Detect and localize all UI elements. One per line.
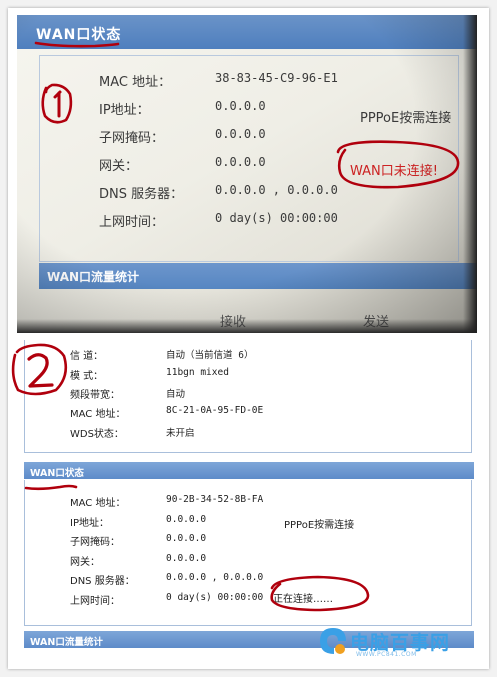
watermark-url: WWW.PC841.COM	[356, 651, 417, 658]
wan-status-header: WAN口状态	[24, 462, 474, 479]
wan-row-label: 上网时间：	[70, 596, 120, 607]
wireless-row-value: 11bgn mixed	[166, 367, 229, 378]
wan-row-uptime: 上网时间： 0 day(s) 00:00:00	[24, 592, 470, 608]
photo-row-label: 上网时间：	[99, 215, 165, 230]
wan-row-value: 0.0.0.0	[166, 514, 207, 525]
wireless-row-label: WDS状态：	[70, 429, 124, 440]
wan-row-label: DNS 服务器：	[70, 576, 135, 587]
wan-row-label: IP地址：	[70, 518, 109, 529]
photo-row-uptime: 上网时间： 0 day(s) 00:00:00	[17, 211, 477, 231]
wan-row-subnet: 子网掩码： 0.0.0.0	[24, 533, 470, 549]
photo-row-label: DNS 服务器：	[99, 187, 184, 202]
photo-row-value: 38-83-45-C9-96-E1	[215, 71, 338, 85]
photo-row-label: MAC 地址：	[99, 75, 172, 90]
wireless-row-wds: WDS状态： 未开启	[24, 425, 470, 441]
screenshot-panel: 信 道： 自动（当前信道 6） 模 式： 11bgn mixed 频段带宽： 自…	[24, 340, 474, 658]
photo-bottom-shadow	[17, 319, 477, 333]
wireless-row-value: 自动	[166, 389, 186, 400]
photo-traffic-stats-header: WAN口流量统计	[39, 263, 477, 289]
wan-row-label: 网关：	[70, 557, 100, 568]
wireless-row-value: 自动（当前信道 6）	[166, 350, 254, 361]
watermark: 电脑百事网 WWW.PC841.COM	[316, 624, 486, 658]
wireless-row-label: MAC 地址：	[70, 409, 126, 420]
photo-row-label: 网关：	[99, 159, 139, 174]
wan-row-value: 0.0.0.0	[166, 553, 207, 564]
photo-row-value: 0.0.0.0	[215, 99, 266, 113]
photo-row-value: 0.0.0.0	[215, 155, 266, 169]
photo-row-value: 0 day(s) 00:00:00	[215, 211, 338, 225]
wan-row-ip: IP地址： 0.0.0.0	[24, 514, 470, 530]
wireless-row-bandwidth: 频段带宽： 自动	[24, 386, 470, 402]
wan-row-mac: MAC 地址： 90-2B-34-52-8B-FA	[24, 494, 470, 510]
wireless-row-value: 未开启	[166, 428, 195, 439]
wan-row-dns: DNS 服务器： 0.0.0.0 , 0.0.0.0	[24, 572, 470, 588]
pc841-logo-icon	[320, 628, 346, 654]
wan-row-label: MAC 地址：	[70, 498, 126, 509]
photo-wan-warning: WAN口未连接!	[350, 164, 438, 179]
wireless-row-mac: MAC 地址： 8C-21-0A-95-FD-0E	[24, 405, 470, 421]
wan-row-value: 0 day(s) 00:00:00	[166, 592, 264, 603]
wireless-row-label: 频段带宽：	[70, 390, 120, 401]
wireless-row-mode: 模 式： 11bgn mixed	[24, 367, 470, 383]
photo-row-label: IP地址：	[99, 103, 150, 118]
wan-connection-type: PPPoE按需连接	[284, 520, 355, 531]
photo-row-value: 0.0.0.0 , 0.0.0.0	[215, 183, 338, 197]
wan-row-value: 0.0.0.0 , 0.0.0.0	[166, 572, 264, 583]
photo-row-dns: DNS 服务器： 0.0.0.0 , 0.0.0.0	[17, 183, 477, 203]
photo-row-label: 子网掩码：	[99, 131, 165, 146]
wireless-row-label: 信 道：	[70, 351, 104, 362]
wan-row-value: 0.0.0.0	[166, 533, 207, 544]
photo-wan-status-title: WAN口状态	[36, 27, 122, 43]
photo-row-value: 0.0.0.0	[215, 127, 266, 141]
wan-status-title: WAN口状态	[30, 468, 84, 479]
photo-edge-shadow	[463, 15, 477, 333]
photo-row-subnet: 子网掩码： 0.0.0.0	[17, 127, 477, 147]
photo-panel: WAN口状态 MAC 地址： 38-83-45-C9-96-E1 IP地址： 0…	[17, 15, 477, 333]
photo-traffic-stats-title: WAN口流量统计	[47, 270, 140, 284]
traffic-stats-title: WAN口流量统计	[30, 637, 103, 648]
wireless-row-value: 8C-21-0A-95-FD-0E	[166, 405, 264, 416]
wan-row-gateway: 网关： 0.0.0.0	[24, 553, 470, 569]
wireless-row-label: 模 式：	[70, 371, 104, 382]
wan-connecting-status: 正在连接……	[273, 594, 333, 605]
photo-wan-status-header: WAN口状态	[17, 15, 477, 49]
photo-row-mac: MAC 地址： 38-83-45-C9-96-E1	[17, 71, 477, 91]
photo-connection-type: PPPoE按需连接	[360, 111, 452, 126]
wan-row-label: 子网掩码：	[70, 537, 120, 548]
wireless-row-channel: 信 道： 自动（当前信道 6）	[24, 347, 470, 363]
wan-row-value: 90-2B-34-52-8B-FA	[166, 494, 264, 505]
